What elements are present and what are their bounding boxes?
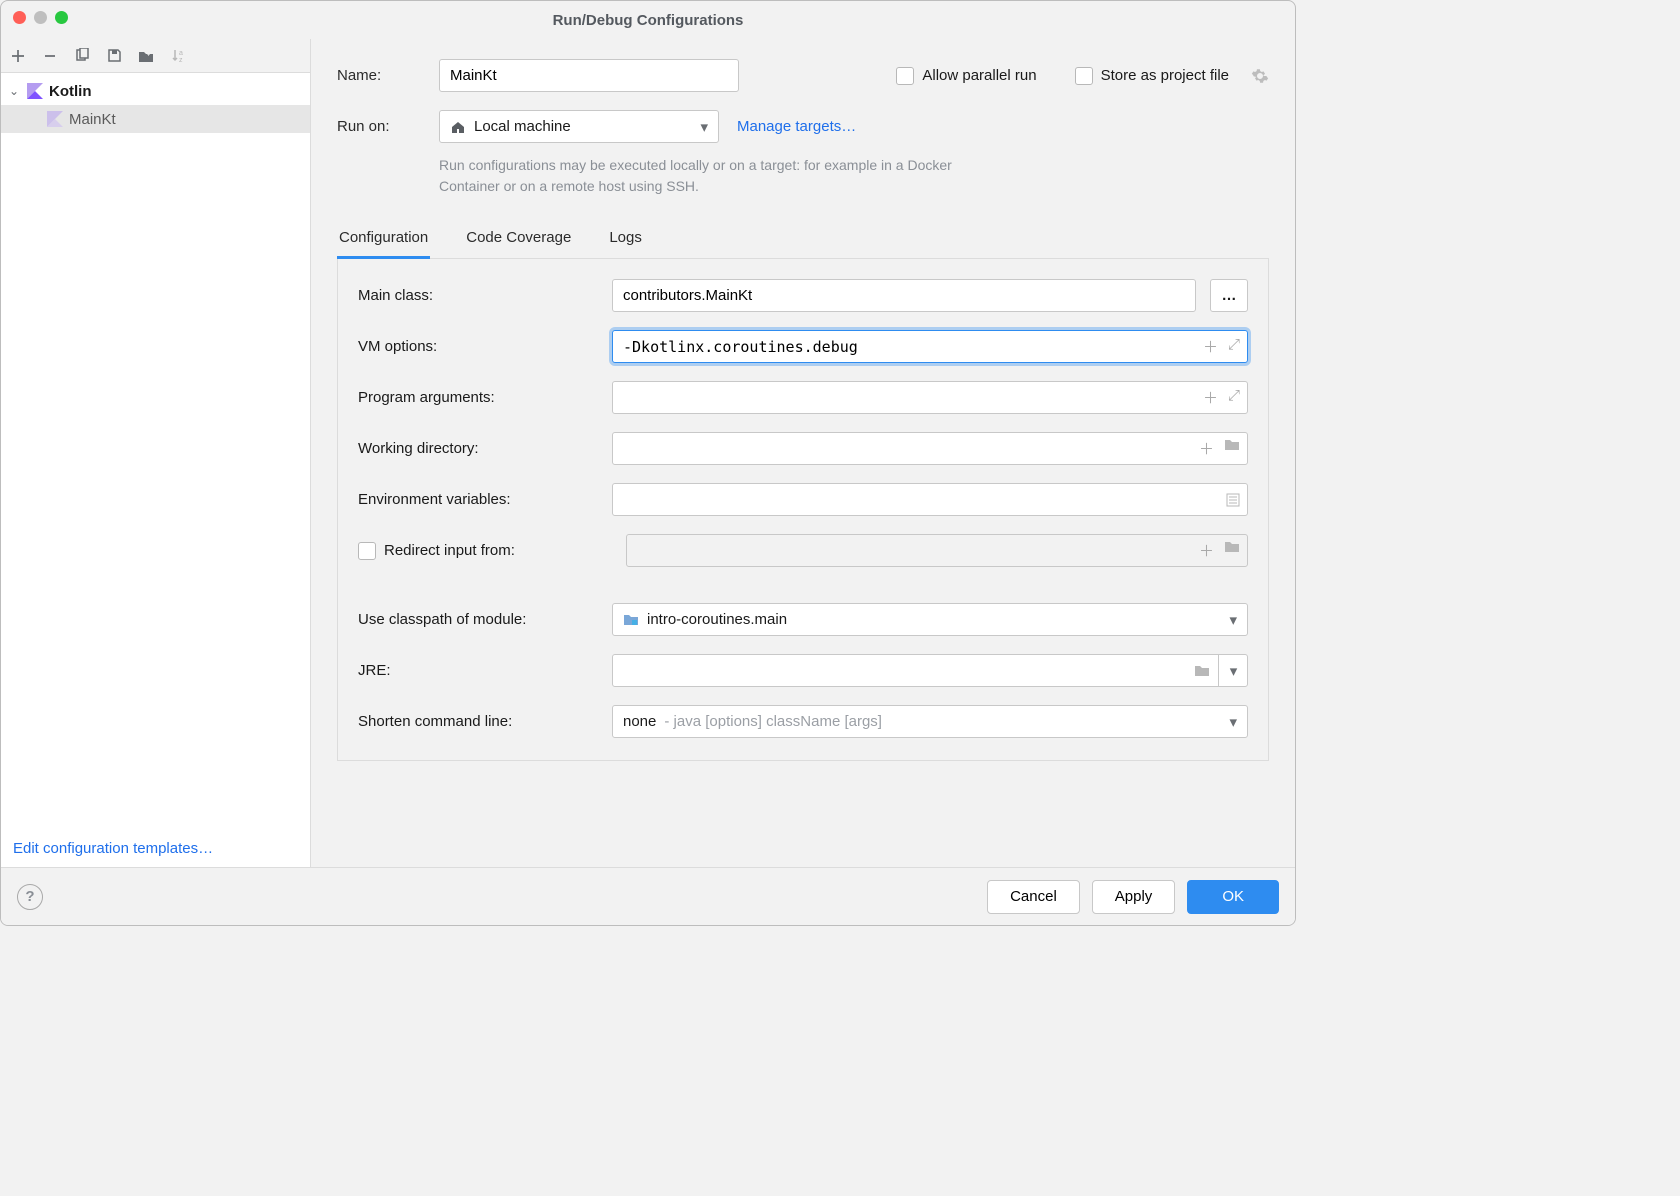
- zoom-icon[interactable]: [55, 11, 68, 24]
- manage-targets-link[interactable]: Manage targets…: [737, 118, 856, 135]
- edit-templates-link[interactable]: Edit configuration templates…: [13, 840, 213, 857]
- add-icon[interactable]: [9, 47, 27, 65]
- run-on-hint: Run configurations may be executed local…: [439, 155, 999, 197]
- redirect-input-label: Redirect input from:: [384, 542, 515, 559]
- chevron-down-icon: ⌄: [9, 84, 21, 98]
- add-icon[interactable]: ＋: [1199, 540, 1214, 561]
- vm-options-input[interactable]: [612, 330, 1248, 363]
- shorten-label: Shorten command line:: [358, 713, 598, 730]
- save-icon[interactable]: [105, 47, 123, 65]
- env-vars-label: Environment variables:: [358, 491, 598, 508]
- copy-icon[interactable]: [73, 47, 91, 65]
- working-dir-label: Working directory:: [358, 440, 598, 457]
- tab-code-coverage[interactable]: Code Coverage: [464, 221, 573, 258]
- chevron-down-icon: ▾: [1229, 611, 1237, 629]
- close-icon[interactable]: [13, 11, 26, 24]
- tabs: Configuration Code Coverage Logs: [337, 221, 1269, 259]
- browse-main-class-button[interactable]: …: [1210, 279, 1248, 312]
- env-vars-input[interactable]: [612, 483, 1248, 516]
- chevron-down-icon: ▾: [1229, 713, 1237, 731]
- configuration-panel: Main class: … VM options: ＋ ⤢: [337, 259, 1269, 761]
- kotlin-icon: [47, 111, 63, 127]
- allow-parallel-checkbox[interactable]: Allow parallel run: [896, 67, 1036, 85]
- sort-icon[interactable]: az: [169, 47, 187, 65]
- store-project-checkbox[interactable]: Store as project file: [1075, 67, 1229, 85]
- minimize-icon[interactable]: [34, 11, 47, 24]
- store-project-label: Store as project file: [1101, 67, 1229, 84]
- run-on-label: Run on:: [337, 118, 421, 135]
- module-icon: [623, 613, 639, 626]
- titlebar: Run/Debug Configurations: [1, 1, 1295, 39]
- expand-icon[interactable]: ⤢: [1228, 336, 1240, 357]
- shorten-value: none: [623, 713, 656, 730]
- home-icon: [450, 120, 466, 134]
- cancel-button[interactable]: Cancel: [987, 880, 1080, 914]
- apply-button[interactable]: Apply: [1092, 880, 1176, 914]
- help-button[interactable]: ?: [17, 884, 43, 910]
- main-class-label: Main class:: [358, 287, 598, 304]
- program-args-input[interactable]: [612, 381, 1248, 414]
- main-panel: Name: Allow parallel run Store as projec…: [311, 39, 1295, 867]
- tree-node-mainkt[interactable]: MainKt: [1, 105, 310, 133]
- tree-node-kotlin[interactable]: ⌄ Kotlin: [1, 77, 310, 105]
- list-icon[interactable]: [1226, 493, 1240, 507]
- remove-icon[interactable]: [41, 47, 59, 65]
- svg-text:z: z: [179, 57, 183, 63]
- kotlin-icon: [27, 83, 43, 99]
- redirect-input-field: [626, 534, 1248, 567]
- program-args-label: Program arguments:: [358, 389, 598, 406]
- sidebar-toolbar: az: [1, 39, 310, 73]
- dialog-title: Run/Debug Configurations: [553, 12, 744, 29]
- tree-node-label: Kotlin: [49, 83, 92, 100]
- shorten-hint: - java [options] className [args]: [664, 713, 882, 730]
- chevron-down-icon: ▾: [700, 118, 708, 136]
- sidebar: az ⌄ Kotlin MainKt Edit configuration te…: [1, 39, 311, 867]
- jre-label: JRE:: [358, 662, 598, 679]
- tree-node-label: MainKt: [69, 111, 116, 128]
- main-class-input[interactable]: [612, 279, 1196, 312]
- config-tree: ⌄ Kotlin MainKt: [1, 73, 310, 830]
- module-select[interactable]: intro-coroutines.main ▾: [612, 603, 1248, 636]
- folder-icon[interactable]: [1194, 664, 1210, 677]
- vm-options-label: VM options:: [358, 338, 598, 355]
- redirect-input-checkbox[interactable]: Redirect input from:: [358, 542, 612, 560]
- working-dir-input[interactable]: [612, 432, 1248, 465]
- dialog-window: Run/Debug Configurations az ⌄ Kotlin: [0, 0, 1296, 926]
- run-on-value: Local machine: [474, 118, 571, 135]
- folder-icon[interactable]: [137, 47, 155, 65]
- window-controls: [13, 11, 68, 24]
- allow-parallel-label: Allow parallel run: [922, 67, 1036, 84]
- run-on-select[interactable]: Local machine ▾: [439, 110, 719, 143]
- add-icon[interactable]: ＋: [1199, 438, 1214, 459]
- gear-icon[interactable]: [1251, 67, 1269, 85]
- jre-dropdown-button[interactable]: ▾: [1218, 654, 1248, 687]
- add-icon[interactable]: ＋: [1203, 387, 1218, 408]
- tab-configuration[interactable]: Configuration: [337, 221, 430, 259]
- shorten-select[interactable]: none - java [options] className [args] ▾: [612, 705, 1248, 738]
- ok-button[interactable]: OK: [1187, 880, 1279, 914]
- add-icon[interactable]: ＋: [1203, 336, 1218, 357]
- jre-input[interactable]: [612, 654, 1248, 687]
- name-input[interactable]: [439, 59, 739, 92]
- folder-icon[interactable]: [1224, 540, 1240, 561]
- button-bar: ? Cancel Apply OK: [1, 867, 1295, 925]
- folder-icon[interactable]: [1224, 438, 1240, 459]
- module-label: Use classpath of module:: [358, 611, 598, 628]
- module-value: intro-coroutines.main: [647, 611, 787, 628]
- name-label: Name:: [337, 67, 421, 84]
- expand-icon[interactable]: ⤢: [1228, 387, 1240, 408]
- tab-logs[interactable]: Logs: [607, 221, 644, 258]
- svg-text:a: a: [179, 50, 183, 57]
